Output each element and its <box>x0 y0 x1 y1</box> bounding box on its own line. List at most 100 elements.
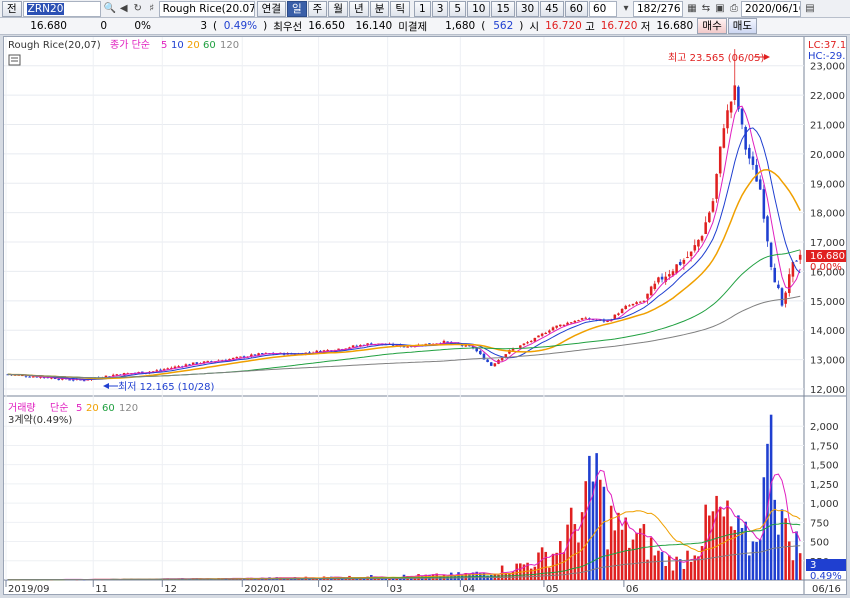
zoom-icon[interactable]: ⇆ <box>699 2 713 16</box>
chart-canvas[interactable]: 23,000 22,000 21,000 20,000 19,000 18,000 17,0… <box>4 37 846 594</box>
candle-body <box>31 376 35 378</box>
volume-bar <box>682 568 686 580</box>
volume-bar <box>788 541 791 580</box>
candle-body <box>540 333 544 336</box>
candle-body <box>522 343 526 345</box>
volume-tick-label: 1,000 <box>810 499 839 510</box>
interval-45-button[interactable]: 45 <box>540 0 564 17</box>
volume-bar <box>784 518 787 580</box>
candle-body <box>769 242 773 268</box>
interval-30-button[interactable]: 30 <box>515 0 540 17</box>
price-tick-label: 20,000 <box>810 150 845 161</box>
candle-body <box>111 374 115 376</box>
buy-button[interactable]: 매수 <box>697 18 727 34</box>
price-tick-label: 12,000 <box>810 385 845 396</box>
volume-bar <box>573 524 577 580</box>
x-tick-label: 06/16 <box>812 584 841 594</box>
low-annotation: 최저 12.165 (10/28) <box>118 381 214 393</box>
candle-body <box>82 380 86 382</box>
period-year-button[interactable]: 년 <box>349 0 369 17</box>
counter-field[interactable]: 182/276 <box>632 0 683 17</box>
open-interest-value: 1,680 <box>445 20 476 32</box>
price-tick-label: 19,000 <box>810 179 845 190</box>
volume-bar <box>780 509 784 580</box>
interval-60-button[interactable]: 60 <box>564 0 588 17</box>
candle-body <box>551 327 555 331</box>
print-icon[interactable]: ⎙ <box>727 2 741 16</box>
volume-bar <box>540 547 544 580</box>
candle-body <box>668 274 671 277</box>
calendar-icon[interactable]: ▤ <box>803 2 817 16</box>
interval-3-button[interactable]: 3 <box>431 0 449 17</box>
candle-body <box>711 201 715 212</box>
continuous-button[interactable]: 연결 <box>256 0 286 17</box>
product-name-field: Rough Rice(20.07) <box>158 0 255 17</box>
candle-body <box>646 293 649 299</box>
x-tick-label: 04 <box>462 584 475 594</box>
code-type-button[interactable]: 전 <box>2 0 22 17</box>
chevron-down-icon[interactable]: ▾ <box>619 2 633 16</box>
interval-10-button[interactable]: 10 <box>467 0 491 17</box>
candle-body <box>649 286 653 296</box>
period-week-button[interactable]: 주 <box>307 0 328 17</box>
price-legend: Rough Rice(20,07) 종가 단순 5 10 20 60 120 <box>8 39 239 51</box>
period-day-button[interactable]: 일 <box>287 0 307 17</box>
grid-icon[interactable]: ▦ <box>685 2 699 16</box>
candle-body <box>68 379 71 381</box>
symbol-value: ZRN20 <box>26 2 65 15</box>
search-icon[interactable]: 🔍 <box>103 2 117 16</box>
counter-total: 276 <box>660 2 681 15</box>
vol-legend-ma120: 120 <box>119 403 138 414</box>
x-tick-label: 2020/01 <box>244 584 286 594</box>
candle-body <box>489 362 493 366</box>
sell-button[interactable]: 매도 <box>727 18 758 34</box>
chart-panel[interactable]: 23,000 22,000 21,000 20,000 19,000 18,000 17,0… <box>3 36 847 595</box>
volume-bar <box>566 524 569 580</box>
volume-contracts: 3계약(0.49%) <box>8 414 72 426</box>
interval-1-button[interactable]: 1 <box>414 0 431 17</box>
candle-body <box>195 362 199 364</box>
candle-body <box>620 309 624 314</box>
vol-legend-ma60: 60 <box>102 403 115 414</box>
price-legend-name: Rough Rice(20,07) <box>8 40 101 51</box>
best-ask: 16.140 <box>355 20 393 32</box>
volume-bar <box>708 515 711 580</box>
candle-body <box>675 264 678 274</box>
volume-tick-label: 750 <box>810 518 829 529</box>
interval-select[interactable]: 60 <box>588 0 617 17</box>
current-price-tag-text: 16.680 <box>810 251 845 262</box>
volume-tick-label: 2,000 <box>810 422 839 433</box>
x-tick-label: 03 <box>390 584 403 594</box>
speaker-icon[interactable]: ♯ <box>145 2 159 16</box>
volume-bar <box>620 529 624 580</box>
volume-bar <box>653 555 657 580</box>
chart-settings-icon[interactable] <box>8 54 21 66</box>
volume-bar <box>769 414 773 580</box>
candle-body <box>544 332 548 334</box>
candle-body <box>766 216 769 242</box>
save-icon[interactable]: ▣ <box>713 2 727 16</box>
period-month-button[interactable]: 월 <box>328 0 349 17</box>
volume-tag-pct: 0.49% <box>810 571 842 582</box>
volume-bar <box>773 499 777 580</box>
period-tick-button[interactable]: 틱 <box>390 0 411 17</box>
open-interest-label: 미결제 <box>398 20 428 33</box>
period-minute-button[interactable]: 분 <box>369 0 390 17</box>
legend-ma20: 20 <box>187 40 200 51</box>
interval-5-button[interactable]: 5 <box>449 0 467 17</box>
candle-body <box>798 254 802 260</box>
volume-bar <box>548 567 551 580</box>
date-field[interactable]: 2020/06/16 <box>740 0 801 17</box>
candle-body <box>686 256 689 258</box>
prev-icon[interactable]: ◀ <box>117 2 131 16</box>
change-percent: 0% <box>134 20 151 32</box>
interval-15-button[interactable]: 15 <box>491 0 515 17</box>
current-price-pct: 0.00% <box>810 262 842 273</box>
price-tick-label: 15,000 <box>810 297 845 308</box>
volume-bar <box>624 517 627 580</box>
symbol-input[interactable]: ZRN20 <box>22 0 101 17</box>
best-bid: 16.650 <box>308 20 345 32</box>
refresh-icon[interactable]: ↻ <box>131 2 145 16</box>
candle-body <box>526 342 529 344</box>
candle-body <box>733 85 737 101</box>
